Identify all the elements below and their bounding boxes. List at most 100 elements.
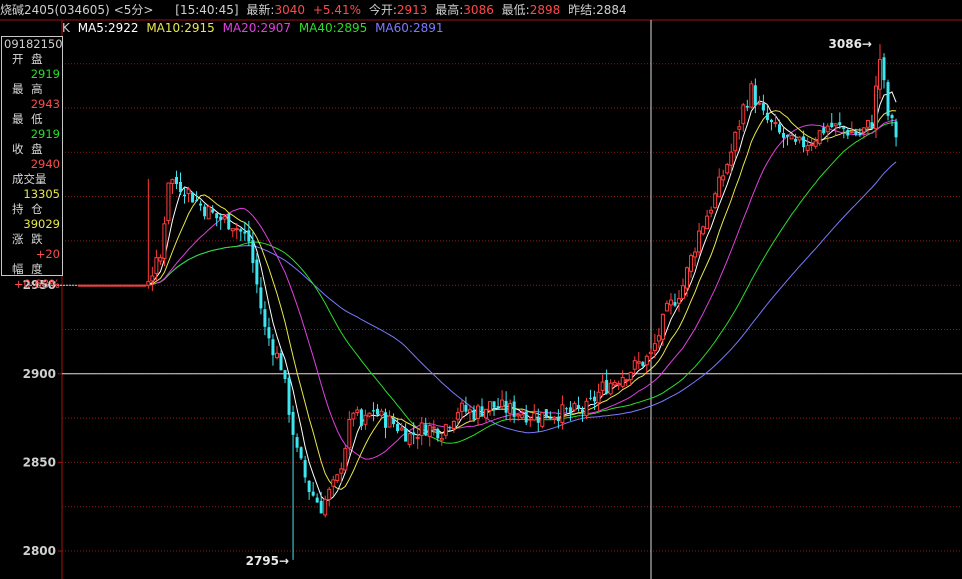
kline-chart[interactable]: 28002850290029503086→2795→: [0, 0, 962, 579]
candle-body-down: [299, 447, 303, 459]
candle-body-up: [813, 140, 818, 147]
candle-body-up: [729, 151, 734, 166]
candle-body-down: [255, 259, 259, 285]
y-tick-label: 2850: [23, 455, 56, 469]
candle-body-down: [894, 121, 898, 138]
candle-body-up: [797, 136, 802, 141]
candle-body-down: [846, 129, 850, 136]
candle-body-up: [861, 127, 866, 133]
max-price-label: 3086→: [829, 37, 872, 51]
candle-body-up: [612, 381, 617, 386]
candle-body-down: [239, 229, 243, 232]
candle-body-down: [605, 379, 609, 394]
candle-body-down: [761, 103, 765, 111]
candle-body-up: [431, 426, 436, 429]
candle-body-up: [681, 285, 685, 299]
candle-body-down: [203, 206, 207, 217]
candle-body-up: [697, 230, 702, 253]
candle-body-up: [705, 215, 710, 229]
candle-body-down: [267, 327, 271, 339]
candle-body-up: [624, 379, 629, 382]
candle-body-up: [733, 131, 738, 152]
candle-body-down: [504, 400, 508, 413]
candle-body-up: [154, 257, 159, 274]
candle-body-down: [259, 287, 263, 309]
candle-body-down: [247, 230, 251, 242]
candle-body-down: [822, 127, 826, 134]
candle-body-up: [387, 415, 392, 428]
candle-body-down: [227, 213, 231, 230]
candle-body-down: [886, 82, 890, 116]
candle-body-down: [307, 480, 311, 492]
candle-body-up: [508, 403, 513, 414]
candle-body-up: [166, 182, 171, 222]
candle-body-down: [211, 209, 215, 213]
candle-body-up: [685, 267, 690, 289]
candle-body-up: [652, 343, 657, 352]
candle-body-up: [102, 284, 107, 287]
candle-body-down: [287, 377, 291, 415]
candle-body-up: [451, 420, 456, 430]
candle-body-up: [162, 223, 167, 259]
candle-body-up: [114, 284, 119, 287]
candle-body-up: [773, 122, 778, 125]
candle-body-up: [98, 284, 103, 287]
candle-body-down: [448, 427, 452, 429]
candle-body-up: [725, 164, 730, 174]
info-close-label: 收 盘: [12, 142, 45, 156]
candle-body-up: [439, 437, 444, 441]
candle-body-up: [327, 488, 332, 500]
candle-body-down: [251, 240, 255, 264]
candle-body-down: [838, 122, 842, 126]
candle-body-up: [343, 448, 348, 471]
ma5-label: MA5:2922: [77, 21, 139, 35]
candle-body-down: [673, 302, 677, 306]
candle-body-up: [367, 412, 372, 417]
candle-body-down: [786, 134, 790, 137]
candle-body-up: [351, 412, 356, 420]
candle-body-down: [315, 497, 319, 503]
candle-body-down: [769, 119, 773, 123]
candle-body-up: [741, 104, 746, 125]
candle-body-up: [363, 414, 368, 425]
candle-body-up: [620, 377, 625, 387]
candle-body-up: [484, 408, 489, 419]
candle-body-up: [78, 284, 82, 287]
candle-body-up: [600, 381, 605, 391]
candle-body-up: [158, 257, 163, 262]
candle-body-up: [146, 281, 151, 286]
candle-body-down: [404, 428, 408, 442]
candle-body-up: [82, 284, 87, 287]
info-amp-label: 幅 度: [12, 262, 45, 276]
candle-body-up: [789, 134, 794, 140]
candle-body-down: [359, 409, 363, 426]
candle-body-up: [528, 418, 533, 421]
candle-body-down: [765, 112, 769, 121]
candle-body-down: [263, 309, 267, 327]
candle-body-up: [230, 228, 235, 232]
candle-body-up: [660, 313, 665, 340]
candle-body-up: [632, 360, 637, 370]
candle-body-down: [544, 409, 548, 419]
info-open-value: 2919: [30, 67, 60, 81]
candle-body-down: [195, 200, 199, 202]
candle-body-up: [488, 401, 493, 412]
candle-body-up: [274, 352, 279, 359]
info-volume-label: 成交量: [12, 172, 47, 186]
candle-body-down: [830, 122, 834, 127]
candle-body-up: [118, 284, 123, 287]
candle-body-up: [134, 284, 139, 287]
candle-body-up: [596, 391, 601, 404]
candle-body-up: [865, 119, 870, 128]
candle-body-down: [548, 417, 552, 419]
candle-body-up: [540, 412, 545, 427]
candle-body-up: [331, 479, 336, 487]
candle-body-down: [536, 416, 540, 423]
info-volume-value: 13305: [23, 187, 60, 201]
candle-body-up: [186, 188, 191, 195]
candle-body-down: [191, 192, 195, 203]
candle-body-down: [291, 411, 295, 435]
candle-body-up: [877, 59, 882, 90]
candle-body-down: [396, 423, 400, 432]
candle-body-down: [472, 409, 476, 420]
